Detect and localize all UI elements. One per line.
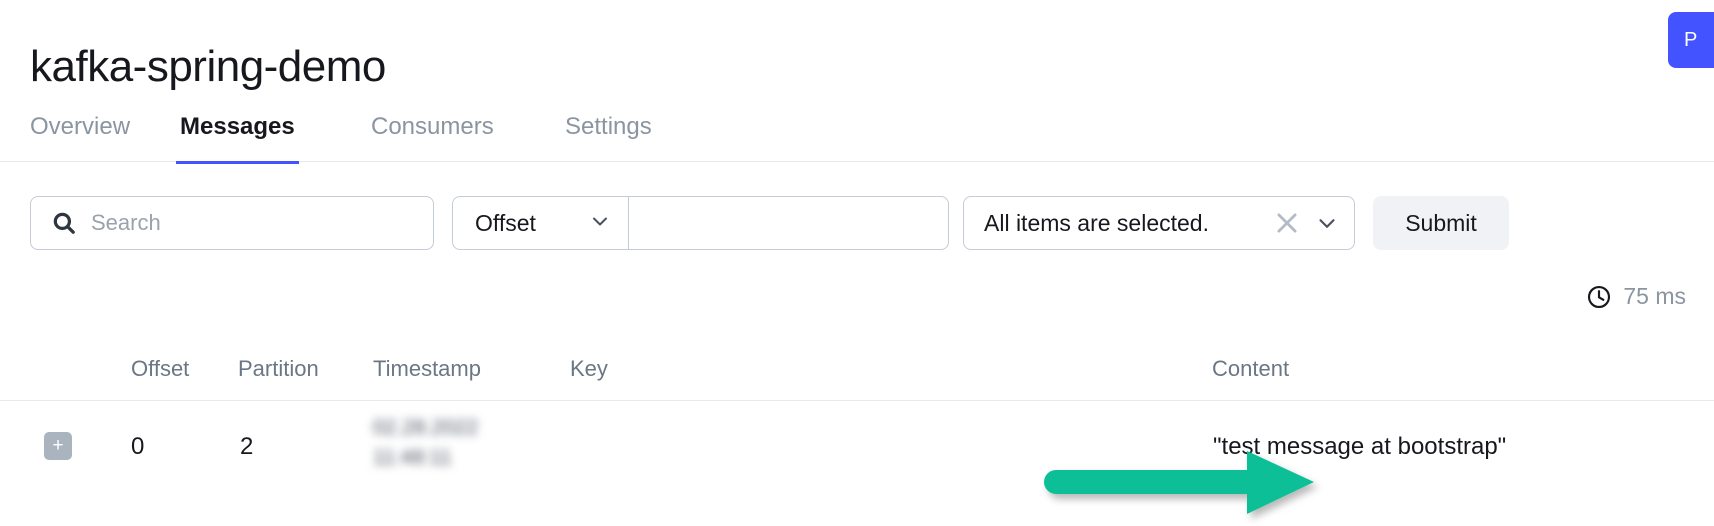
tab-messages[interactable]: Messages xyxy=(176,100,299,164)
kafka-ui-messages-page: kafka-spring-demo P Overview Messages Co… xyxy=(0,0,1714,526)
query-duration: 75 ms xyxy=(1586,283,1686,310)
tab-settings-label: Settings xyxy=(565,113,652,140)
tab-messages-label: Messages xyxy=(180,113,295,140)
produce-message-button[interactable]: P xyxy=(1668,12,1714,68)
tab-overview-label: Overview xyxy=(30,113,131,140)
expand-row-button[interactable]: + xyxy=(44,432,72,460)
filter-toolbar: Offset All items are selected. xyxy=(0,162,1714,272)
cell-timestamp: 02.28.2022 11:48:11 xyxy=(373,413,523,473)
partitions-multiselect-label: All items are selected. xyxy=(984,209,1209,236)
tab-consumers-label: Consumers xyxy=(371,113,494,140)
tab-settings[interactable]: Settings xyxy=(565,100,652,161)
seek-value-input[interactable] xyxy=(628,196,949,250)
submit-button[interactable]: Submit xyxy=(1373,196,1509,250)
tab-bar: Overview Messages Consumers Settings xyxy=(0,100,1714,164)
messages-table: Offset Partition Timestamp Key Content +… xyxy=(0,340,1714,505)
chevron-down-icon xyxy=(588,209,612,238)
page-title: kafka-spring-demo xyxy=(30,42,386,92)
seek-type-select[interactable]: Offset xyxy=(452,196,629,250)
table-row[interactable]: + 0 2 02.28.2022 11:48:11 "test message … xyxy=(0,401,1714,505)
query-duration-text: 75 ms xyxy=(1623,283,1686,309)
column-header-key[interactable]: Key xyxy=(570,356,608,382)
search-input[interactable] xyxy=(91,210,391,236)
cell-content: "test message at bootstrap" xyxy=(1213,433,1507,460)
column-header-partition[interactable]: Partition xyxy=(238,356,319,382)
chevron-down-icon[interactable] xyxy=(1314,210,1340,236)
tab-consumers[interactable]: Consumers xyxy=(371,100,494,161)
cell-timestamp-date: 02.28.2022 xyxy=(373,416,479,439)
cell-partition: 2 xyxy=(240,433,254,460)
seek-type-value: Offset xyxy=(475,209,536,236)
search-icon xyxy=(51,210,77,236)
column-header-content[interactable]: Content xyxy=(1212,356,1289,382)
messages-table-header: Offset Partition Timestamp Key Content xyxy=(0,340,1714,401)
column-header-offset[interactable]: Offset xyxy=(131,356,189,382)
column-header-timestamp[interactable]: Timestamp xyxy=(373,356,481,382)
cell-timestamp-time: 11:48:11 xyxy=(373,446,452,469)
tab-overview[interactable]: Overview xyxy=(30,100,130,161)
clock-icon xyxy=(1586,284,1612,310)
close-icon[interactable] xyxy=(1272,208,1302,238)
cell-offset: 0 xyxy=(131,433,145,460)
search-box[interactable] xyxy=(30,196,434,250)
partitions-multiselect[interactable]: All items are selected. xyxy=(963,196,1355,250)
